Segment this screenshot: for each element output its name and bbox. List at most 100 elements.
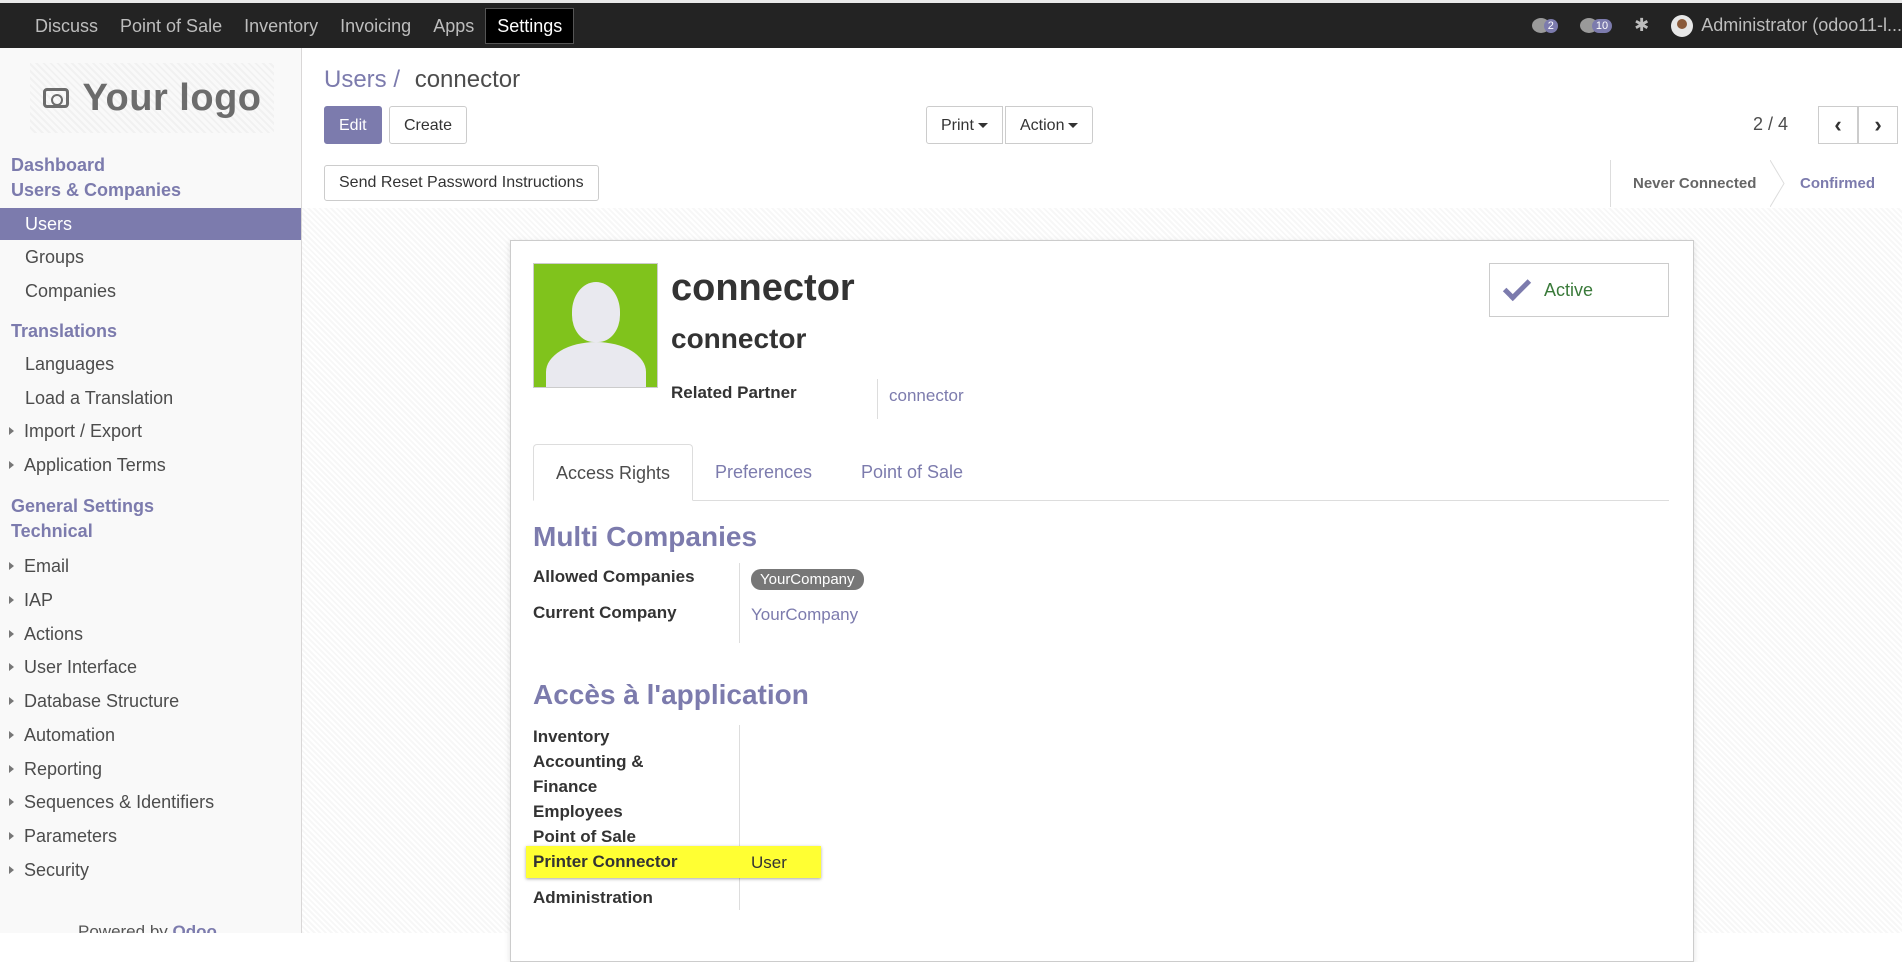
point-of-sale-label: Point of Sale: [533, 827, 636, 846]
top-navbar: Discuss Point of Sale Inventory Invoicin…: [0, 0, 1902, 48]
sidebar-item-import-export[interactable]: Import / Export: [0, 415, 301, 447]
menu-point-of-sale[interactable]: Point of Sale: [109, 9, 233, 43]
app-menu: Discuss Point of Sale Inventory Invoicin…: [24, 3, 575, 48]
form-sheet: connector connector Related Partner conn…: [510, 240, 1694, 962]
chevron-left-icon: ‹: [1834, 112, 1842, 137]
tab-access-rights[interactable]: Access Rights: [533, 444, 694, 501]
tab-point-of-sale[interactable]: Point of Sale: [839, 444, 985, 501]
avatar-placeholder-body: [546, 342, 646, 387]
sidebar-item-database-structure[interactable]: Database Structure: [0, 685, 301, 717]
menu-apps[interactable]: Apps: [422, 9, 485, 43]
field-divider: [739, 725, 740, 910]
sidebar-item-reporting[interactable]: Reporting: [0, 753, 301, 785]
employees-label: Employees: [533, 802, 623, 821]
caret-down-icon: [1068, 123, 1079, 129]
systray: 2 10 ✱ Administrator (odoo11-l...: [1531, 3, 1902, 48]
allowed-companies-label: Allowed Companies: [533, 567, 695, 586]
bug-icon: ✱: [1634, 15, 1650, 35]
user-login: connector: [671, 267, 855, 309]
caret-down-icon: [977, 123, 988, 129]
check-icon: [1502, 272, 1532, 302]
powered-prefix: Powered by: [78, 922, 168, 933]
field-divider: [877, 379, 878, 419]
chevron-right-icon: ›: [1874, 112, 1882, 137]
sidebar-item-security[interactable]: Security: [0, 854, 301, 886]
sidebar-item-sequences[interactable]: Sequences & Identifiers: [0, 786, 301, 818]
create-button[interactable]: Create: [389, 106, 468, 144]
menu-invoicing[interactable]: Invoicing: [329, 9, 422, 43]
tab-preferences[interactable]: Preferences: [693, 444, 834, 501]
stage-confirmed: Confirmed: [1800, 175, 1875, 192]
active-toggle-button[interactable]: Active: [1489, 263, 1669, 317]
sidebar-section-technical[interactable]: Technical: [11, 521, 93, 542]
print-dropdown[interactable]: Print: [926, 106, 1003, 144]
printer-connector-label: Printer Connector: [533, 852, 678, 871]
sidebar-item-languages[interactable]: Languages: [0, 348, 301, 380]
activity-menu[interactable]: 2: [1531, 18, 1558, 33]
powered-by: Powered by Odoo: [78, 922, 217, 933]
action-label: Action: [1020, 117, 1065, 134]
inventory-label: Inventory: [533, 727, 610, 746]
form-notebook-tabs: Access Rights Preferences Point of Sale: [533, 444, 1669, 501]
menu-settings[interactable]: Settings: [485, 7, 575, 44]
field-divider: [739, 563, 740, 643]
user-name-field: connector: [671, 323, 807, 354]
breadcrumb-users[interactable]: Users: [324, 66, 387, 93]
odoo-link[interactable]: Odoo: [173, 922, 217, 933]
sidebar-section-general-settings[interactable]: General Settings: [11, 496, 154, 517]
sidebar-item-application-terms[interactable]: Application Terms: [0, 449, 301, 481]
message-count-badge: 10: [1591, 18, 1613, 33]
pager-previous[interactable]: ‹: [1818, 106, 1858, 144]
user-avatar: [1671, 14, 1694, 37]
sidebar-section-dashboard[interactable]: Dashboard: [11, 155, 105, 176]
sidebar-item-companies[interactable]: Companies: [0, 275, 301, 307]
breadcrumb-separator: /: [393, 66, 401, 93]
current-company-link[interactable]: YourCompany: [751, 605, 858, 625]
accounting-label-cont: Finance: [533, 777, 598, 796]
form-statusbar: Send Reset Password Instructions Never C…: [302, 160, 1902, 209]
edit-button[interactable]: Edit: [324, 106, 382, 144]
multi-companies-title: Multi Companies: [533, 521, 758, 552]
sidebar-item-automation[interactable]: Automation: [0, 719, 301, 751]
sidebar-item-iap[interactable]: IAP: [0, 584, 301, 616]
sidebar-item-user-interface[interactable]: User Interface: [0, 651, 301, 683]
activity-count-badge: 2: [1543, 18, 1558, 33]
sidebar-section-translations[interactable]: Translations: [11, 321, 117, 342]
logo-text: Your logo: [82, 76, 262, 119]
breadcrumb: Users / connector: [324, 66, 520, 94]
related-partner-link[interactable]: connector: [889, 386, 964, 406]
breadcrumb-current: connector: [414, 66, 521, 93]
sidebar-item-users[interactable]: Users: [0, 208, 301, 240]
sidebar-item-parameters[interactable]: Parameters: [0, 820, 301, 852]
printer-connector-select[interactable]: User: [751, 853, 787, 873]
send-reset-password-button[interactable]: Send Reset Password Instructions: [324, 165, 599, 201]
camera-icon: [42, 88, 69, 108]
debug-menu[interactable]: ✱: [1634, 15, 1649, 36]
sidebar-item-email[interactable]: Email: [0, 550, 301, 582]
user-photo[interactable]: [533, 263, 658, 388]
messaging-menu[interactable]: 10: [1579, 18, 1613, 33]
user-name: Administrator (odoo11-l...: [1701, 15, 1902, 35]
print-label: Print: [941, 117, 974, 134]
company-logo[interactable]: Your logo: [30, 63, 274, 133]
stage-never-connected: Never Connected: [1610, 160, 1770, 207]
administration-label: Administration: [533, 888, 653, 907]
avatar-placeholder-head: [572, 282, 620, 342]
menu-discuss[interactable]: Discuss: [24, 9, 109, 43]
pager-value[interactable]: 2 / 4: [1753, 114, 1788, 135]
pager-next[interactable]: ›: [1858, 106, 1898, 144]
active-label: Active: [1544, 279, 1594, 300]
related-partner-label: Related Partner: [671, 383, 797, 402]
company-tag[interactable]: YourCompany: [751, 569, 864, 590]
app-sidebar: Your logo Dashboard Users & Companies Us…: [0, 48, 302, 933]
app-access-title: Accès à l'application: [533, 679, 809, 710]
sidebar-item-groups[interactable]: Groups: [0, 241, 301, 273]
menu-inventory[interactable]: Inventory: [233, 9, 329, 43]
action-dropdown[interactable]: Action: [1005, 106, 1094, 144]
sidebar-item-actions[interactable]: Actions: [0, 618, 301, 650]
sidebar-section-users-companies[interactable]: Users & Companies: [11, 180, 181, 201]
current-company-label: Current Company: [533, 603, 677, 622]
accounting-label: Accounting &: [533, 752, 644, 771]
user-menu[interactable]: Administrator (odoo11-l...: [1671, 14, 1902, 37]
sidebar-item-load-translation[interactable]: Load a Translation: [0, 382, 301, 414]
